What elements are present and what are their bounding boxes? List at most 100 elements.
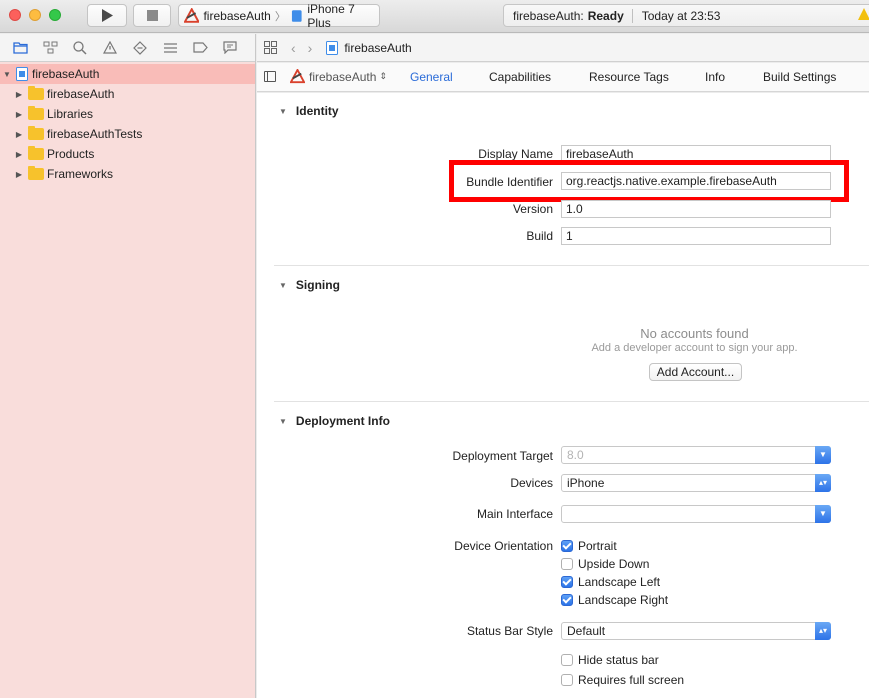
folder-icon [28,166,44,180]
section-title: Identity [295,104,339,118]
status-divider [631,8,633,23]
checkbox-label: Portrait [578,539,617,553]
tab-general[interactable]: General [410,70,453,84]
orientation-landscape-left-checkbox[interactable]: Landscape Left [561,575,660,589]
build-label: Build [526,229,553,243]
main-interface-combobox[interactable]: ▼ [561,505,831,523]
build-field[interactable]: 1 [561,227,831,245]
disclosure-closed-icon[interactable]: ▶ [14,170,24,179]
general-settings-pane: ▼ Identity Display Name firebaseAuth Bun… [257,93,869,698]
checkbox-label: Requires full screen [578,673,685,687]
tab-info[interactable]: Info [705,70,725,84]
updown-chevron-icon: ⇕ [379,71,387,81]
tree-item-label: firebaseAuthTests [47,127,143,141]
disclosure-closed-icon[interactable]: ▶ [14,90,24,99]
checkbox-checked-icon[interactable] [561,576,573,588]
play-icon [102,9,113,22]
deployment-target-label: Deployment Target [452,449,554,463]
navigator-selector-bar [0,34,255,62]
source-control-icon[interactable] [42,40,58,56]
requires-full-screen-checkbox[interactable]: Requires full screen [561,673,684,687]
checkbox-unchecked-icon[interactable] [561,558,573,570]
version-label: Version [512,202,553,216]
hide-status-bar-checkbox[interactable]: Hide status bar [561,653,659,667]
main-interface-label: Main Interface [476,507,553,521]
iphone-icon [291,9,302,22]
checkbox-checked-icon[interactable] [561,594,573,606]
tree-item-group[interactable]: ▶ firebaseAuth [0,84,255,104]
section-divider [274,401,869,402]
tree-item-group[interactable]: ▶ Products [0,144,255,164]
deployment-section-header[interactable]: ▼ Deployment Info [279,414,390,428]
updown-chevron-icon: ▴▾ [815,474,831,492]
signing-section-header[interactable]: ▼ Signing [279,278,340,292]
minimize-window-button[interactable] [29,9,41,21]
tree-item-label: Libraries [47,107,94,121]
jumpbar-file[interactable]: firebaseAuth [326,40,412,55]
checkbox-checked-icon[interactable] [561,540,573,552]
zoom-window-button[interactable] [49,9,61,21]
checkbox-unchecked-icon[interactable] [561,674,573,686]
tree-item-project[interactable]: ▼ firebaseAuth [0,64,255,84]
checkbox-label: Landscape Left [578,575,661,589]
status-bar-style-value: Default [567,624,606,638]
app-target-icon [290,69,305,84]
devices-value: iPhone [567,476,605,490]
disclosure-open-icon[interactable]: ▼ [279,281,287,290]
tree-item-group[interactable]: ▶ firebaseAuthTests [0,124,255,144]
sidebar-toggle-icon[interactable] [264,71,276,82]
identity-section-header[interactable]: ▼ Identity [279,104,339,118]
tab-capabilities[interactable]: Capabilities [489,70,551,84]
checkbox-unchecked-icon[interactable] [561,654,573,666]
run-button[interactable] [87,4,127,27]
scheme-name: firebaseAuth [203,8,271,23]
add-account-button[interactable]: Add Account... [649,363,742,381]
chevron-right-icon: 〉 [274,10,286,23]
related-items-grid-icon[interactable] [264,41,277,54]
window-toolbar: firebaseAuth 〉 iPhone 7 Plus firebaseAut… [0,0,869,33]
disclosure-open-icon[interactable]: ▼ [279,107,287,116]
tab-resource-tags[interactable]: Resource Tags [589,70,669,84]
folder-navigator-icon[interactable] [12,40,28,56]
section-title: Deployment Info [295,414,390,428]
deployment-target-select[interactable]: 8.0 ▼ [561,446,831,464]
checkbox-label: Landscape Right [578,593,669,607]
status-bar-style-select[interactable]: Default ▴▾ [561,622,831,640]
orientation-upside-down-checkbox[interactable]: Upside Down [561,557,649,571]
target-name: firebaseAuth [309,69,377,84]
debug-navigator-icon[interactable] [162,40,178,56]
close-window-button[interactable] [9,9,21,21]
section-title: Signing [295,278,340,292]
orientation-portrait-checkbox[interactable]: Portrait [561,539,617,553]
report-navigator-icon[interactable] [222,40,238,56]
find-navigator-icon[interactable] [72,40,88,56]
stop-button[interactable] [133,4,171,27]
disclosure-closed-icon[interactable]: ▶ [14,150,24,159]
issue-navigator-icon[interactable] [102,40,118,56]
back-arrow-icon[interactable]: ‹ [291,40,296,56]
devices-label: Devices [510,476,553,490]
disclosure-open-icon[interactable]: ▼ [2,70,12,79]
disclosure-open-icon[interactable]: ▼ [279,417,287,426]
scheme-selector[interactable]: firebaseAuth 〉 iPhone 7 Plus [178,2,380,30]
stop-icon [146,10,158,21]
test-navigator-icon[interactable] [132,40,148,56]
disclosure-closed-icon[interactable]: ▶ [14,110,24,119]
devices-select[interactable]: iPhone ▴▾ [561,474,831,492]
disclosure-closed-icon[interactable]: ▶ [14,130,24,139]
tree-item-group[interactable]: ▶ Frameworks [0,164,255,184]
breakpoint-navigator-icon[interactable] [192,40,208,56]
status-time: Today at 23:53 [641,8,721,23]
tree-item-group[interactable]: ▶ Libraries [0,104,255,124]
jumpbar-file-label: firebaseAuth [344,40,412,55]
orientation-landscape-right-checkbox[interactable]: Landscape Right [561,593,668,607]
forward-arrow-icon[interactable]: › [308,40,313,56]
tab-build-settings[interactable]: Build Settings [763,70,836,84]
folder-icon [28,86,44,100]
tree-item-label: Frameworks [47,167,114,181]
warning-icon[interactable] [858,8,869,21]
target-selector[interactable]: firebaseAuth ⇕ [290,69,387,84]
version-field[interactable]: 1.0 [561,200,831,218]
jump-bar: ‹ › firebaseAuth [257,34,869,62]
chevron-down-icon: ▼ [815,505,831,523]
